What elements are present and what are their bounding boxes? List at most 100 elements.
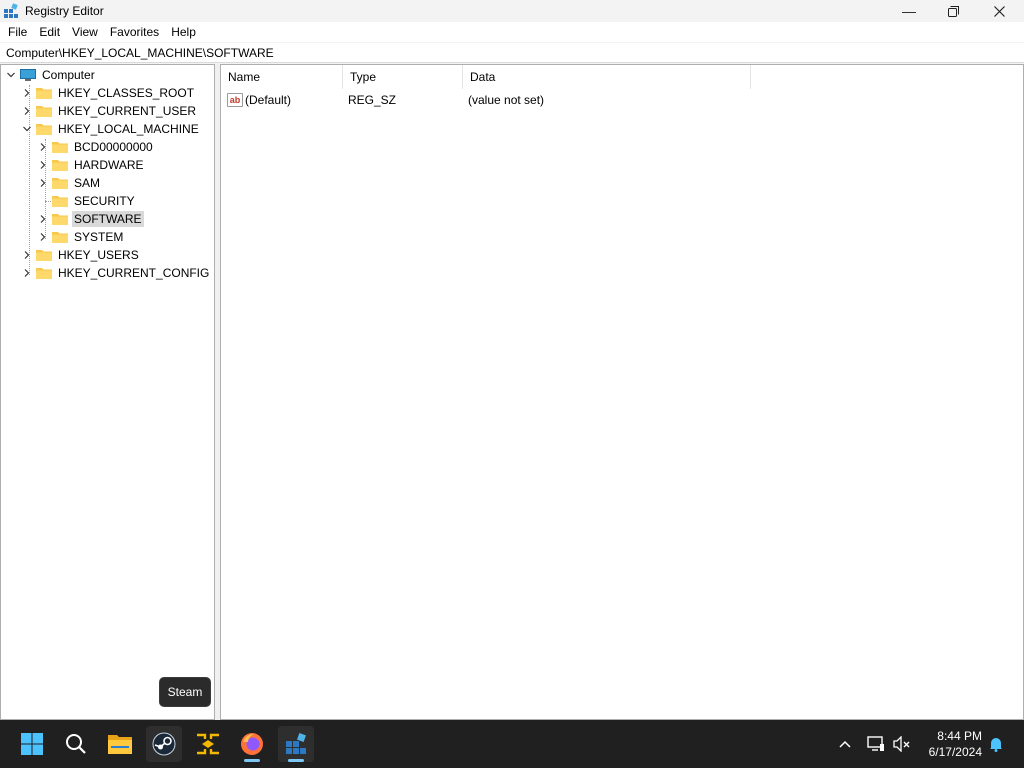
computer-icon [20,68,36,82]
maximize-button[interactable] [930,0,976,22]
clock-date: 6/17/2024 [928,745,982,759]
chevron-right-icon[interactable] [37,138,49,156]
running-indicator [288,759,304,762]
tree-label: HKEY_USERS [58,248,139,262]
address-bar[interactable]: Computer\HKEY_LOCAL_MACHINE\SOFTWARE [0,43,1024,63]
network-app-button[interactable] [190,726,226,762]
chevron-right-icon[interactable] [21,246,33,264]
tree-label: HKEY_CURRENT_CONFIG [58,266,210,280]
tree-label: SYSTEM [74,230,124,244]
value-type: REG_SZ [348,93,397,107]
file-explorer-button[interactable] [102,726,138,762]
tree-label: Computer [42,68,95,82]
network-app-icon [197,733,219,755]
tree-label: HKEY_CLASSES_ROOT [58,86,195,100]
title-bar: Registry Editor — [0,0,1024,22]
tree-node-hkey-users[interactable]: HKEY_USERS [21,246,141,264]
running-indicator [244,759,260,762]
chevron-right-icon[interactable] [37,174,49,192]
tree-node-hkey-local-machine[interactable]: HKEY_LOCAL_MACHINE [21,120,201,138]
tree-node-security[interactable]: SECURITY [37,192,137,210]
minimize-icon: — [902,3,916,19]
folder-open-icon [36,123,52,135]
folder-icon [52,213,68,225]
folder-icon [36,105,52,117]
menu-view[interactable]: View [66,25,104,39]
registry-editor-icon [3,3,19,19]
chevron-right-icon[interactable] [21,84,33,102]
notifications-button[interactable] [984,720,1008,768]
volume-muted-icon [893,736,910,752]
tree-node-hkey-classes-root[interactable]: HKEY_CLASSES_ROOT [21,84,196,102]
volume-button[interactable] [890,720,914,768]
folder-icon [52,159,68,171]
column-header-type[interactable]: Type [343,65,463,89]
start-button[interactable] [14,726,50,762]
registry-editor-icon [286,733,306,754]
tree-node-software[interactable]: SOFTWARE [37,210,144,228]
menu-favorites[interactable]: Favorites [104,25,165,39]
taskbar: 8:44 PM 6/17/2024 [0,720,1024,768]
tree-node-hkey-current-user[interactable]: HKEY_CURRENT_USER [21,102,198,120]
folder-icon [52,195,68,207]
registry-editor-taskbar-button[interactable] [278,726,314,762]
network-status-button[interactable] [864,720,888,768]
taskbar-tooltip: Steam [159,677,211,707]
clock-time: 8:44 PM [937,729,982,743]
minimize-button[interactable]: — [886,0,932,22]
search-icon [66,734,86,754]
maximize-icon [947,5,959,17]
values-list-pane[interactable]: Name Type Data ab (Default) REG_SZ (valu… [220,64,1024,720]
chevron-right-icon[interactable] [21,102,33,120]
column-header-data[interactable]: Data [463,65,751,89]
chevron-down-icon[interactable] [5,66,17,84]
tree-node-hkey-current-config[interactable]: HKEY_CURRENT_CONFIG [21,264,211,282]
value-row[interactable]: ab (Default) REG_SZ (value not set) [221,91,1021,109]
chevron-right-icon[interactable] [37,156,49,174]
tree-label: SAM [74,176,101,190]
tree-node-system[interactable]: SYSTEM [37,228,125,246]
value-name: (Default) [245,93,292,107]
menu-edit[interactable]: Edit [33,25,66,39]
tree-node-computer[interactable]: Computer [5,66,97,84]
bell-icon [990,738,1002,752]
search-button[interactable] [58,726,94,762]
steam-icon [152,732,176,756]
chevron-right-icon[interactable] [21,264,33,282]
firefox-button[interactable] [234,726,270,762]
key-tree-pane[interactable]: Computer HKEY_CLASSES_ROOT HKEY_CURRENT_… [0,64,215,720]
steam-button[interactable] [146,726,182,762]
tree-node-hardware[interactable]: HARDWARE [37,156,146,174]
folder-icon [52,231,68,243]
tree-label: HKEY_LOCAL_MACHINE [58,122,199,136]
show-hidden-icons-button[interactable] [834,720,856,768]
tree-label: SOFTWARE [72,211,144,227]
string-value-icon: ab [227,93,243,107]
firefox-icon [241,733,263,755]
chevron-down-icon[interactable] [21,120,33,138]
tree-label: HKEY_CURRENT_USER [58,104,197,118]
close-button[interactable] [976,0,1022,22]
chevron-right-icon[interactable] [37,228,49,246]
address-path[interactable]: Computer\HKEY_LOCAL_MACHINE\SOFTWARE [6,46,274,60]
file-explorer-icon [108,735,132,754]
chevron-up-icon [839,740,851,748]
folder-icon [36,249,52,261]
close-icon [993,5,1005,17]
menu-file[interactable]: File [2,25,33,39]
network-icon [867,736,884,751]
folder-icon [52,141,68,153]
column-header-name[interactable]: Name [221,65,343,89]
chevron-right-icon[interactable] [37,210,49,228]
column-header-label: Data [470,70,496,84]
column-header-label: Name [228,70,261,84]
clock[interactable]: 8:44 PM 6/17/2024 [912,728,982,760]
menu-help[interactable]: Help [165,25,202,39]
tree-node-sam[interactable]: SAM [37,174,102,192]
folder-icon [36,87,52,99]
folder-icon [52,177,68,189]
column-header-label: Type [350,70,377,84]
value-data: (value not set) [468,93,545,107]
window-title: Registry Editor [25,4,104,18]
tree-node-bcd[interactable]: BCD00000000 [37,138,155,156]
